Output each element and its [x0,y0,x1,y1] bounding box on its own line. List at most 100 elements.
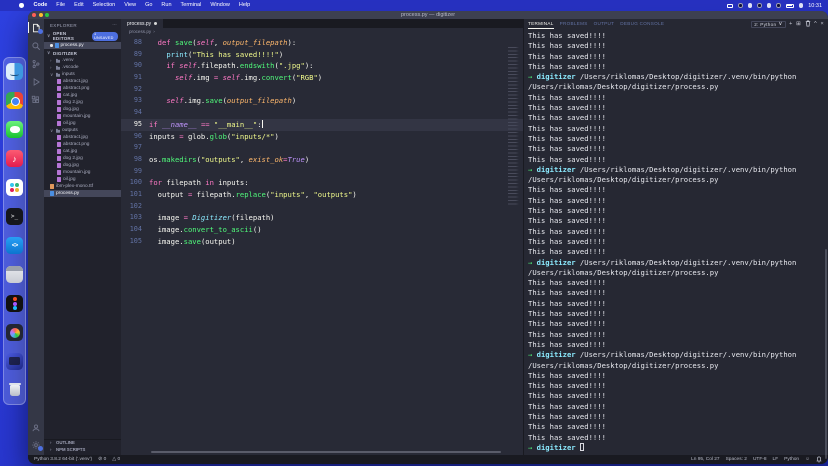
tree-item-ibm-plex-mono-ttf[interactable]: ibm-plex-mono.ttf [44,183,121,190]
code-line-103[interactable]: 103 image = Digitizer(filepath) [121,212,523,224]
notifications-bell-icon[interactable] [816,456,822,463]
code-line-95[interactable]: 95if __name__ == "__main__": [121,119,523,131]
tree-item-inputs[interactable]: ∨inputs [44,71,121,78]
menu-item-go[interactable]: Go [141,0,157,11]
tree-item-dog-jpg[interactable]: dog.jpg [44,162,121,169]
explorer-more-actions-icon[interactable]: ⋯ [112,22,117,28]
open-editors-header[interactable]: ∨ OPEN EDITORS 1 UNSAVED [44,30,121,42]
code-line-105[interactable]: 105 image.save(output) [121,236,523,248]
tree-item-oil-jpg[interactable]: oil.jpg [44,176,121,183]
dock-item-messages[interactable] [6,121,23,138]
status-indentation[interactable]: Spaces: 2 [726,457,747,462]
section-npm-scripts[interactable]: ›NPM SCRIPTS [44,447,121,454]
terminal-output[interactable]: This has saved!!!!This has saved!!!!This… [524,29,828,455]
run-debug-icon[interactable] [31,76,42,87]
code-line-98[interactable]: 98os.makedirs("outputs", exist_ok=True) [121,154,523,166]
panel-tab-problems[interactable]: PROBLEMS [560,19,588,29]
terminal-scrollbar[interactable] [825,249,828,459]
menu-item-selection[interactable]: Selection [88,0,120,11]
code-line-102[interactable]: 102 [121,201,523,213]
status-language-mode[interactable]: Python [784,457,799,462]
breadcrumb-file[interactable]: process.py [129,29,151,34]
close-panel-icon[interactable]: × [820,21,824,27]
tab-process-py[interactable]: process.py [121,19,163,28]
dock-item-media[interactable] [6,324,23,341]
settings-gear-icon[interactable] [31,439,42,450]
tree-item-dog-jpg[interactable]: dog.jpg [44,106,121,113]
code-line-89[interactable]: 89 print("This has saved!!!!") [121,49,523,61]
explorer-icon[interactable] [31,22,42,33]
open-editor-item[interactable]: process.py [44,42,121,49]
menu-item-file[interactable]: File [52,0,70,11]
code-line-104[interactable]: 104 image.convert_to_ascii() [121,224,523,236]
menu-item-window[interactable]: Window [206,0,235,11]
code-line-93[interactable]: 93 self.img.save(output_filepath) [121,95,523,107]
code-line-90[interactable]: 90 if self.filepath.endswith(".jpg"): [121,60,523,72]
code-line-97[interactable]: 97 [121,142,523,154]
new-terminal-icon[interactable]: + [789,21,793,27]
dock-item-music[interactable]: ♪ [6,150,23,167]
tree-item--vscode[interactable]: ›.vscode [44,64,121,71]
horizontal-scrollbar[interactable] [151,451,501,454]
menu-extra-icon[interactable] [748,3,753,8]
menu-extra-icon[interactable] [776,3,781,8]
workspace-header[interactable]: ∨ DIGITIZER [44,49,121,57]
menu-item-edit[interactable]: Edit [70,0,88,11]
tree-item-mountain-jpg[interactable]: mountain.jpg [44,169,121,176]
menu-item-app[interactable]: Code [29,0,52,11]
status-cursor-position[interactable]: Ln 95, Col 27 [691,457,720,462]
status-errors[interactable]: ⊘0 [98,457,106,462]
panel-tab-output[interactable]: OUTPUT [594,19,615,29]
code-line-96[interactable]: 96inputs = glob.glob("inputs/*") [121,131,523,143]
menu-extra-icon[interactable] [738,3,743,8]
code-line-88[interactable]: 88 def save(self, output_filepath): [121,37,523,49]
dock-item-figma[interactable] [6,295,23,312]
dock-item-slack[interactable] [6,179,23,196]
battery-icon[interactable] [786,4,794,8]
kill-terminal-icon[interactable] [805,20,811,29]
code-line-92[interactable]: 92 [121,84,523,96]
code-line-101[interactable]: 101 output = filepath.replace("inputs", … [121,189,523,201]
code-line-91[interactable]: 91 self.img = self.img.convert("RGB") [121,72,523,84]
tree-item--venv[interactable]: ›.venv [44,57,121,64]
apple-icon[interactable] [19,3,24,8]
tree-item-dog-2-jpg[interactable]: dog 2.jpg [44,155,121,162]
account-icon[interactable] [31,422,42,433]
menu-extra-icon[interactable] [767,3,772,8]
status-warnings[interactable]: △0 [112,457,120,462]
modified-dot-icon[interactable] [154,22,157,25]
menu-item-terminal[interactable]: Terminal [176,0,206,11]
tree-item-oil-jpg[interactable]: oil.jpg [44,120,121,127]
code-editor[interactable]: 88 def save(self, output_filepath):89 pr… [121,35,523,455]
search-icon[interactable] [31,40,42,51]
code-line-94[interactable]: 94 [121,107,523,119]
tree-item-abstract-png[interactable]: abstract.png [44,85,121,92]
tree-item-mountain-jpg[interactable]: mountain.jpg [44,113,121,120]
tree-item-cat-jpg[interactable]: cat.jpg [44,148,121,155]
tree-item-dog-2-jpg[interactable]: dog 2.jpg [44,99,121,106]
menu-item-view[interactable]: View [120,0,141,11]
status-interpreter[interactable]: Python 3.8.2 64-bit ('.venv') [34,457,92,462]
status-encoding[interactable]: UTF-8 [753,457,767,462]
dock-item-vscode[interactable]: <> [6,237,23,254]
menu-item-run[interactable]: Run [157,0,176,11]
menu-clock[interactable]: 10:31 [808,3,822,9]
code-line-100[interactable]: 100for filepath in inputs: [121,177,523,189]
maximize-panel-icon[interactable]: ^ [814,21,817,27]
panel-tab-debug-console[interactable]: DEBUG CONSOLE [620,19,664,29]
split-terminal-icon[interactable]: ⊞ [796,21,801,27]
window-titlebar[interactable]: process.py — digitizer [28,11,828,19]
feedback-smiley-icon[interactable]: ☺ [805,457,810,462]
dock-item-finder[interactable] [6,63,23,80]
shell-selector[interactable]: 2: Python ∨ [751,21,785,28]
dock-item-chrome[interactable] [6,92,23,109]
panel-tab-terminal[interactable]: TERMINAL [528,19,554,29]
breadcrumb[interactable]: process.py › [121,28,523,35]
extensions-icon[interactable] [31,94,42,105]
tree-item-abstract-jpg[interactable]: abstract.jpg [44,78,121,85]
status-eol[interactable]: LF [773,457,779,462]
dock-item-terminal[interactable]: >_ [6,208,23,225]
dock-item-window-thumb[interactable] [6,353,23,370]
tree-item-abstract-jpg[interactable]: abstract.jpg [44,134,121,141]
source-control-icon[interactable] [31,58,42,69]
